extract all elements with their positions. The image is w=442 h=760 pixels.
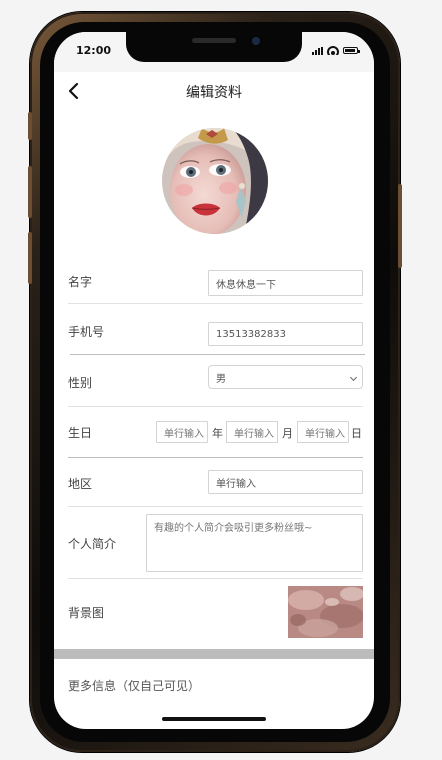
phone-value: 13513382833 <box>216 328 286 340</box>
volume-up-button <box>28 166 32 218</box>
wifi-icon <box>327 46 339 55</box>
region-label: 地区 <box>68 477 93 491</box>
notch <box>126 32 302 62</box>
birthday-year-unit: 年 <box>212 427 223 440</box>
status-icons <box>312 46 360 55</box>
front-camera <box>252 37 260 45</box>
home-indicator <box>162 717 266 721</box>
name-input[interactable]: 休息休息一下 <box>208 270 363 296</box>
background-label: 背景图 <box>68 606 105 620</box>
name-value: 休息休息一下 <box>216 279 276 291</box>
status-time: 12:00 <box>76 44 112 57</box>
birthday-label: 生日 <box>68 426 93 440</box>
birthday-month-placeholder: 单行输入 <box>234 428 274 440</box>
page-title: 编辑资料 <box>186 85 242 101</box>
speaker <box>192 38 236 43</box>
birthday-month-unit: 月 <box>282 427 293 440</box>
volume-down-button <box>28 232 32 284</box>
battery-icon <box>343 47 360 54</box>
nav-bar: 编辑资料 <box>54 72 374 110</box>
region-input[interactable]: 单行输入 <box>208 470 363 494</box>
bio-label: 个人简介 <box>68 537 117 551</box>
divider <box>68 457 363 458</box>
birthday-month-input[interactable]: 单行输入 <box>226 421 278 443</box>
birthday-day-placeholder: 单行输入 <box>305 428 345 440</box>
bio-textarea[interactable]: 有趣的个人简介会吸引更多粉丝哦~ <box>146 514 363 572</box>
chevron-down-icon <box>349 373 358 382</box>
mute-switch <box>28 112 32 140</box>
bio-placeholder: 有趣的个人简介会吸引更多粉丝哦~ <box>154 523 313 534</box>
background-image[interactable] <box>288 586 363 638</box>
avatar[interactable] <box>162 128 268 234</box>
background-thumbnail <box>288 586 363 638</box>
gender-select[interactable]: 男 <box>208 365 363 389</box>
divider <box>68 578 363 579</box>
name-label: 名字 <box>68 275 93 289</box>
section-separator <box>54 649 374 659</box>
birthday-day-unit: 日 <box>351 427 362 440</box>
power-button <box>398 184 402 268</box>
divider <box>68 506 363 507</box>
phone-screen: 12:00 编辑资料 名字 休息休息一下 手机号 13513382833 性别 … <box>54 32 374 729</box>
divider <box>68 303 363 304</box>
birthday-day-input[interactable]: 单行输入 <box>297 421 349 443</box>
phone-input[interactable]: 13513382833 <box>208 322 363 346</box>
birthday-year-placeholder: 单行输入 <box>164 428 204 440</box>
gender-value: 男 <box>216 373 226 385</box>
gender-label: 性别 <box>68 376 93 390</box>
avatar-image <box>162 128 268 234</box>
phone-label: 手机号 <box>68 325 105 339</box>
divider <box>70 354 365 355</box>
signal-icon <box>312 46 323 55</box>
birthday-year-input[interactable]: 单行输入 <box>156 421 208 443</box>
region-placeholder: 单行输入 <box>216 478 256 490</box>
divider <box>68 406 363 407</box>
more-info-section-title[interactable]: 更多信息（仅自己可见） <box>68 677 200 694</box>
